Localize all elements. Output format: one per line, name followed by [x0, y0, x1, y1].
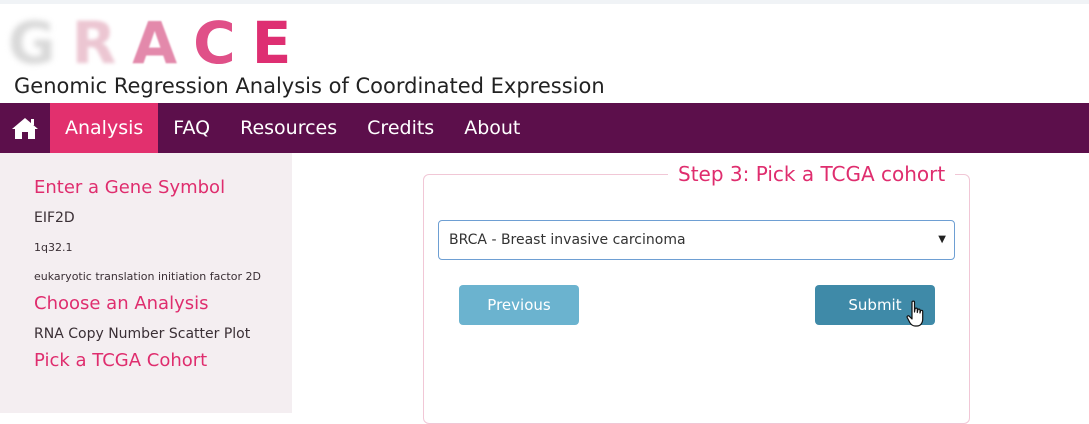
top-strip — [0, 0, 1089, 4]
home-icon — [12, 118, 38, 139]
logo-letter: G — [8, 9, 72, 77]
main-nav: Analysis FAQ Resources Credits About — [0, 103, 1089, 153]
hand-pointer-cursor-icon — [906, 300, 924, 327]
gene-location-value: 1q32.1 — [34, 241, 73, 254]
step-legend: Step 3: Pick a TCGA cohort — [668, 162, 956, 186]
logo-letter: A — [132, 9, 194, 77]
gene-description-value: eukaryotic translation initiation factor… — [34, 270, 261, 283]
site-subtitle: Genomic Regression Analysis of Coordinat… — [14, 74, 605, 98]
progress-sidebar: Enter a Gene Symbol EIF2D 1q32.1 eukaryo… — [0, 153, 292, 413]
previous-button[interactable]: Previous — [459, 285, 579, 325]
nav-item-resources[interactable]: Resources — [225, 103, 352, 153]
cohort-heading[interactable]: Pick a TCGA Cohort — [34, 350, 207, 371]
analysis-heading[interactable]: Choose an Analysis — [34, 293, 209, 314]
nav-item-about[interactable]: About — [449, 103, 535, 153]
nav-home-link[interactable] — [0, 103, 50, 153]
logo-letter: C — [193, 9, 252, 77]
logo-letter: E — [251, 9, 308, 77]
nav-item-credits[interactable]: Credits — [352, 103, 449, 153]
grace-logo[interactable]: G R A C E — [8, 12, 307, 74]
logo-letter: R — [71, 9, 133, 77]
gene-symbol-value: EIF2D — [34, 210, 75, 226]
cohort-select[interactable]: BRCA - Breast invasive carcinoma ▼ — [438, 220, 955, 260]
cohort-select-value: BRCA - Breast invasive carcinoma — [449, 232, 686, 248]
caret-down-icon: ▼ — [938, 234, 946, 245]
nav-item-analysis[interactable]: Analysis — [50, 103, 159, 153]
nav-item-faq[interactable]: FAQ — [158, 103, 225, 153]
gene-symbol-heading[interactable]: Enter a Gene Symbol — [34, 177, 225, 198]
analysis-value: RNA Copy Number Scatter Plot — [34, 326, 251, 342]
